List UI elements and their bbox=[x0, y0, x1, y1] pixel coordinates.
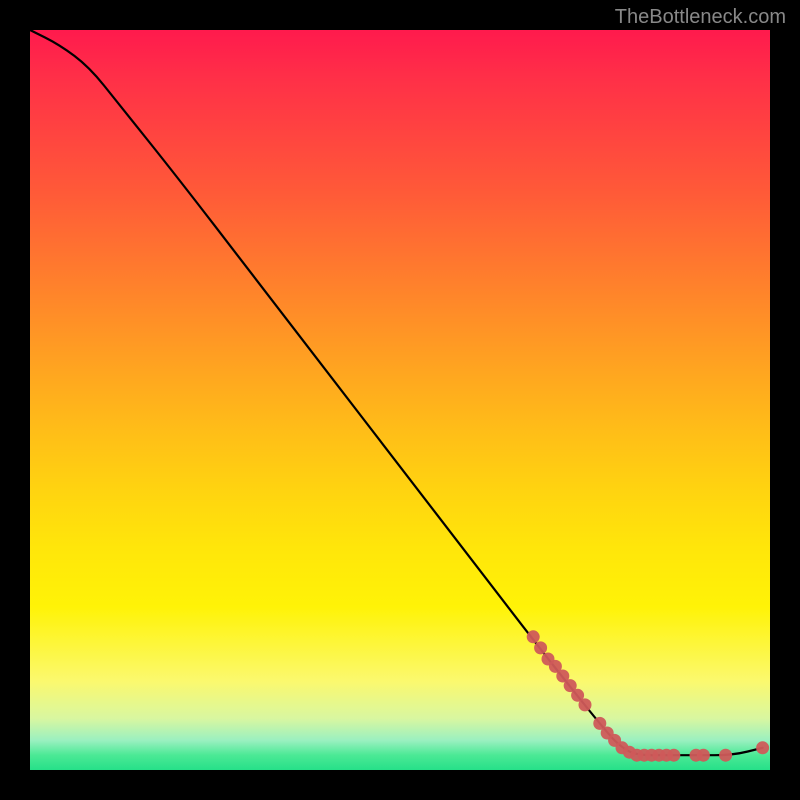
highlight-dot bbox=[579, 698, 592, 711]
plot-area bbox=[30, 30, 770, 770]
highlight-dot bbox=[527, 630, 540, 643]
highlight-dot bbox=[697, 749, 710, 762]
highlight-dot bbox=[719, 749, 732, 762]
chart-curve bbox=[30, 30, 770, 770]
curve-line bbox=[30, 30, 763, 755]
source-label: TheBottleneck.com bbox=[615, 6, 786, 29]
highlight-dot bbox=[756, 741, 769, 754]
highlight-dot bbox=[667, 749, 680, 762]
highlight-dots-group bbox=[527, 630, 769, 761]
highlight-dot bbox=[534, 641, 547, 654]
